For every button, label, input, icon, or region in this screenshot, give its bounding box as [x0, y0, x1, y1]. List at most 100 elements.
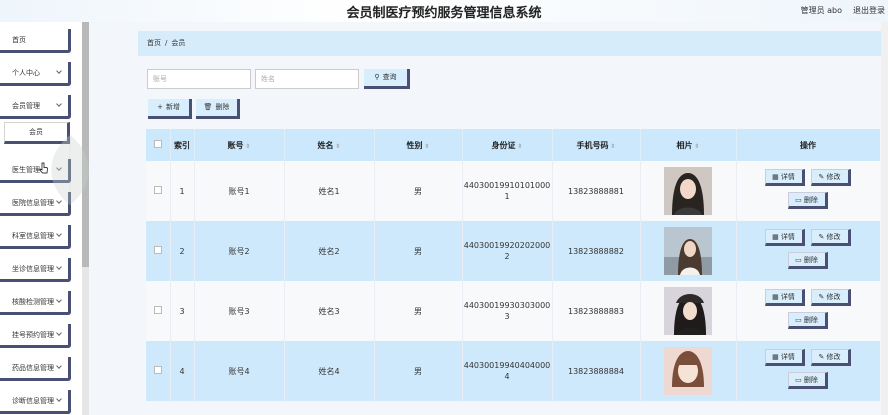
cell-gender: 男	[374, 281, 463, 341]
sidebar-item-nucleic-test[interactable]: 核酸检测管理	[0, 291, 71, 315]
chevron-down-icon	[56, 264, 62, 270]
cell-name: 姓名2	[284, 221, 375, 281]
row-checkbox[interactable]	[153, 245, 162, 254]
cell-account: 账号2	[194, 221, 285, 281]
sidebar: 首页 个人中心 会员管理 会员 医生管理 医院信息管理 科室信息管理 坐诊信息管…	[0, 22, 89, 415]
delete-button[interactable]: ▭ 删除	[787, 252, 828, 269]
detail-button[interactable]: ▦ 详情	[764, 169, 805, 186]
batch-delete-button-label: 删除	[215, 103, 230, 111]
row-checkbox[interactable]	[153, 305, 162, 314]
cell-gender: 男	[374, 221, 463, 281]
batch-delete-button[interactable]: 🗑 删除	[196, 99, 240, 119]
cell-actions: ▦ 详情 ✎ 修改 ▭ 删除	[736, 281, 880, 341]
delete-button[interactable]: ▭ 删除	[787, 372, 828, 389]
sidebar-item-medicine-info[interactable]: 药品信息管理	[0, 357, 71, 381]
edit-button-label: 修改	[826, 233, 841, 241]
sidebar-item-department-info[interactable]: 科室信息管理	[0, 225, 71, 249]
sidebar-item-consultation-info[interactable]: 坐诊信息管理	[0, 258, 71, 282]
row-checkbox[interactable]	[153, 365, 162, 374]
cell-photo	[640, 221, 737, 281]
edit-button[interactable]: ✎ 修改	[810, 169, 851, 186]
sort-icon[interactable]: ⇳	[517, 143, 522, 150]
cell-phone: 13823888881	[552, 161, 641, 221]
column-header-label: 身份证	[491, 140, 516, 150]
chevron-down-icon	[56, 363, 62, 369]
chevron-down-icon	[56, 68, 62, 74]
table-row: 2 账号2 姓名2 男 440300199202020002 138238888…	[146, 221, 880, 281]
sidebar-item-label: 坐诊信息管理	[12, 265, 54, 273]
name-search-input[interactable]: 姓名	[255, 69, 359, 89]
sidebar-item-label: 药品信息管理	[12, 364, 54, 372]
pencil-icon: ✎	[818, 173, 825, 181]
edit-button[interactable]: ✎ 修改	[810, 289, 851, 306]
column-header-label: 姓名	[317, 140, 334, 150]
page-scrollbar[interactable]	[881, 22, 888, 415]
logout-link[interactable]: 退出登录	[853, 5, 885, 16]
sidebar-item-label: 首页	[12, 36, 26, 44]
cell-index: 3	[170, 281, 195, 341]
sort-icon[interactable]: ⇳	[694, 143, 699, 150]
app-title: 会员制医疗预约服务管理信息系统	[346, 6, 542, 21]
column-header-gender[interactable]: 性别 ⇳	[374, 129, 463, 161]
cell-name: 姓名1	[284, 161, 375, 221]
select-all-checkbox[interactable]	[153, 140, 162, 148]
sidebar-item-label: 科室信息管理	[12, 232, 54, 240]
doc-icon: ▦	[772, 353, 779, 361]
breadcrumb-home[interactable]: 首页	[147, 39, 161, 47]
delete-button[interactable]: ▭ 删除	[787, 312, 828, 329]
sort-icon[interactable]: ⇳	[424, 143, 429, 150]
cell-photo	[640, 341, 737, 401]
breadcrumb-separator: /	[165, 39, 168, 47]
add-button[interactable]: + 新增	[148, 99, 192, 119]
query-button[interactable]: ⚲ 查询	[364, 69, 410, 89]
sidebar-item-diagnosis-info[interactable]: 诊断信息管理	[0, 390, 71, 414]
edit-button[interactable]: ✎ 修改	[810, 229, 851, 246]
row-checkbox-cell	[146, 161, 171, 221]
column-header-label: 手机号码	[576, 140, 609, 150]
sort-icon[interactable]: ⇳	[610, 143, 615, 150]
column-header-photo[interactable]: 相片 ⇳	[640, 129, 737, 161]
sort-icon[interactable]: ⇳	[335, 143, 340, 150]
column-header-account[interactable]: 账号 ⇳	[194, 129, 285, 161]
edit-button-label: 修改	[826, 173, 841, 181]
column-header-name[interactable]: 姓名 ⇳	[284, 129, 375, 161]
member-photo	[664, 287, 712, 335]
cell-phone: 13823888884	[552, 341, 641, 401]
doc-icon: ▦	[772, 233, 779, 241]
pencil-icon: ✎	[818, 233, 825, 241]
trash-icon: ▭	[795, 256, 802, 264]
edit-button[interactable]: ✎ 修改	[810, 349, 851, 366]
sidebar-item-label: 会员管理	[12, 102, 40, 110]
detail-button-label: 详情	[780, 293, 795, 301]
sidebar-item-member-management[interactable]: 会员管理	[0, 95, 71, 119]
sort-icon[interactable]: ⇳	[245, 143, 250, 150]
detail-button[interactable]: ▦ 详情	[764, 349, 805, 366]
sidebar-item-appointment[interactable]: 挂号预约管理	[0, 324, 71, 348]
doc-icon: ▦	[772, 173, 779, 181]
cell-actions: ▦ 详情 ✎ 修改 ▭ 删除	[736, 221, 880, 281]
doc-icon: ▦	[772, 293, 779, 301]
cell-phone: 13823888883	[552, 281, 641, 341]
add-button-label: 新增	[165, 103, 180, 111]
row-checkbox-cell	[146, 281, 171, 341]
delete-button-label: 删除	[803, 256, 818, 264]
trash-icon: ▭	[795, 316, 802, 324]
column-header-phone[interactable]: 手机号码 ⇳	[552, 129, 641, 161]
sidebar-item-label: 个人中心	[12, 69, 40, 77]
detail-button[interactable]: ▦ 详情	[764, 229, 805, 246]
sidebar-item-personal-center[interactable]: 个人中心	[0, 62, 71, 86]
sidebar-item-home[interactable]: 首页	[0, 29, 71, 53]
cell-phone: 13823888882	[552, 221, 641, 281]
row-checkbox-cell	[146, 221, 171, 281]
row-checkbox[interactable]	[153, 185, 162, 194]
delete-button[interactable]: ▭ 删除	[787, 192, 828, 209]
detail-button[interactable]: ▦ 详情	[764, 289, 805, 306]
member-photo	[664, 347, 712, 395]
table-row: 4 账号4 姓名4 男 440300199404040004 138238888…	[146, 341, 880, 401]
column-header-index: 索引	[170, 129, 195, 161]
column-header-id-card[interactable]: 身份证 ⇳	[462, 129, 553, 161]
top-bar: 会员制医疗预约服务管理信息系统 管理员 abo 退出登录	[0, 0, 888, 22]
cell-photo	[640, 281, 737, 341]
edit-button-label: 修改	[826, 353, 841, 361]
account-search-input[interactable]: 账号	[147, 69, 251, 89]
